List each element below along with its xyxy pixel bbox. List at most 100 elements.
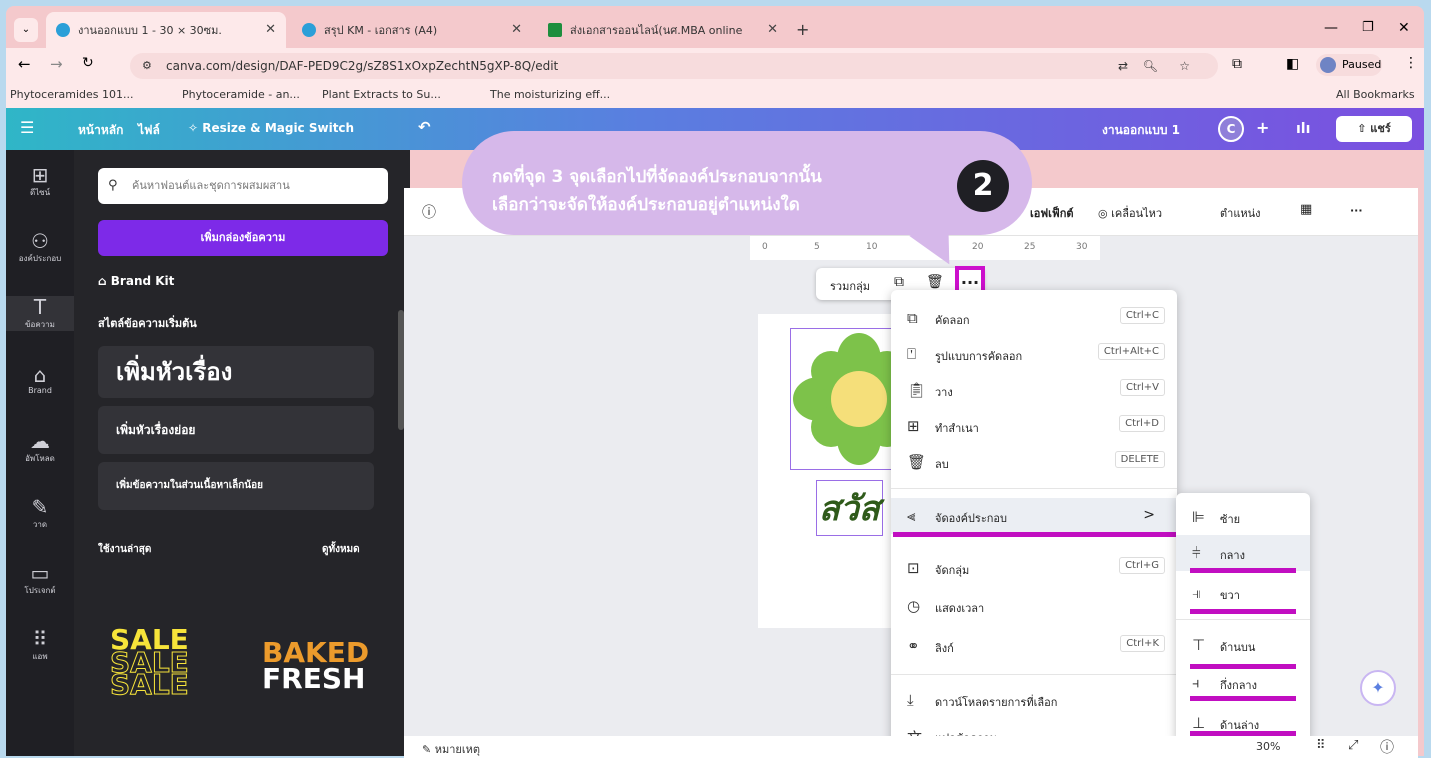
menu-item-timing[interactable]: ◷ แสดงเวลา (891, 588, 1177, 624)
kebab-menu-icon[interactable]: ⋮ (1404, 55, 1418, 71)
new-tab-button[interactable]: + (796, 20, 809, 39)
forward-icon[interactable]: → (50, 55, 63, 73)
search-placeholder: ค้นหาฟอนต์และชุดการผสมผสาน (132, 179, 290, 192)
rail-item-text[interactable]: T ข้อความ (6, 296, 74, 331)
notes-button[interactable]: ✎ หมายเหตุ (422, 740, 480, 758)
duplicate-icon: ⊞ (907, 417, 920, 435)
template-thumb-sale[interactable]: SALE SALE SALE (110, 626, 226, 700)
resize-button[interactable]: ✧ Resize & Magic Switch (188, 121, 354, 135)
translate-page-icon[interactable]: ⇄ (1118, 53, 1128, 79)
file-menu[interactable]: ไฟล์ (138, 121, 160, 140)
menu-item-paste[interactable]: 📋︎ วาง Ctrl+V (891, 372, 1177, 408)
font-search-input[interactable]: ⚲ ค้นหาฟอนต์และชุดการผสมผสาน (98, 168, 388, 204)
clipboard-icon: 📋︎ (907, 381, 927, 399)
menu-item-duplicate[interactable]: ⊞ ทำสำเนา Ctrl+D (891, 408, 1177, 444)
add-icon[interactable]: + (1256, 118, 1269, 137)
undo-icon[interactable]: ↶ (418, 118, 431, 136)
grid-view-icon[interactable]: ⠿ (1316, 738, 1326, 753)
bookmark-item[interactable]: Phytoceramides 101... (10, 88, 133, 101)
canvas-text[interactable]: สวัส (816, 480, 883, 536)
rail-item-projects[interactable]: ▭ โปรเจกต์ (6, 562, 74, 597)
close-icon[interactable]: ✕ (511, 22, 522, 37)
align-right-item[interactable]: ⫣ ขวา (1176, 575, 1310, 611)
avatar[interactable]: C (1218, 116, 1244, 142)
restore-icon[interactable]: ❐ (1362, 20, 1374, 35)
close-icon[interactable]: ✕ (265, 22, 276, 37)
add-subheading-button[interactable]: เพิ่มหัวเรื่องย่อย (98, 406, 374, 454)
close-icon[interactable]: ✕ (767, 22, 778, 37)
menu-icon[interactable]: ☰ (20, 118, 34, 137)
rail-item-design[interactable]: ⊞ ดีไซน์ (6, 164, 74, 199)
menu-item-align[interactable]: ⫷ จัดองค์ประกอบ > (891, 498, 1177, 534)
add-textbox-button[interactable]: เพิ่มกล่องข้อความ (98, 220, 388, 256)
animate-button[interactable]: ◎ เคลื่อนไหว (1098, 204, 1162, 222)
chevron-right-icon: > (1143, 507, 1155, 523)
all-bookmarks[interactable]: All Bookmarks (1336, 88, 1415, 101)
rail-label: องค์ประกอบ (18, 254, 62, 263)
align-top-item[interactable]: ⊤ ด้านบน (1176, 627, 1310, 663)
bookmark-item[interactable]: The moisturizing eff... (490, 88, 610, 101)
site-info-icon[interactable]: ⚙ (142, 53, 152, 79)
back-icon[interactable]: ← (18, 55, 31, 73)
magic-assistant-button[interactable]: ✦ (1360, 670, 1396, 706)
menu-shortcut: Ctrl+Alt+C (1097, 343, 1165, 360)
extensions-icon[interactable]: ⧉ (1232, 56, 1242, 72)
effects-button[interactable]: เอฟเฟ็กต์ (1030, 204, 1074, 222)
share-button[interactable]: ⇧ แชร์ (1336, 116, 1412, 142)
sidepanel-icon[interactable]: ◧ (1286, 56, 1299, 72)
menu-item-download[interactable]: ⤓ ดาวน์โหลดรายการที่เลือก (891, 682, 1177, 718)
add-body-button[interactable]: เพิ่มข้อความในส่วนเนื้อหาเล็กน้อย (98, 462, 374, 510)
bookmark-item[interactable]: Phytoceramide - an... (182, 88, 300, 101)
group-button[interactable]: รวมกลุ่ม (830, 277, 870, 295)
close-window-icon[interactable]: ✕ (1398, 20, 1410, 36)
reload-icon[interactable]: ↻ (82, 55, 94, 71)
rail-item-brand[interactable]: ⌂ Brand (6, 364, 74, 395)
help-icon[interactable]: ⓘ (1380, 737, 1394, 757)
duplicate-icon[interactable]: ⧉ (894, 274, 904, 290)
bookmark-item[interactable]: Plant Extracts to Su... (322, 88, 441, 101)
rail-item-draw[interactable]: ✎ วาด (6, 496, 74, 531)
rail-item-apps[interactable]: ⠿ แอพ (6, 628, 74, 663)
profile-button[interactable]: Paused (1316, 54, 1382, 76)
url-field[interactable]: ⚙ canva.com/design/DAF-PED9C2g/sZ8S1xOxp… (130, 53, 1218, 79)
tab-design[interactable]: งานออกแบบ 1 - 30 × 30ซม. ✕ (46, 12, 286, 48)
info-icon[interactable]: ⓘ (422, 202, 436, 222)
home-link[interactable]: หน้าหลัก (78, 121, 123, 140)
zoom-level[interactable]: 30% (1256, 740, 1280, 753)
brand-kit-link[interactable]: ⌂ Brand Kit (98, 274, 174, 288)
doc-name[interactable]: งานออกแบบ 1 (1102, 121, 1180, 140)
divider (891, 674, 1177, 675)
menu-item-copy-style[interactable]: ⍞ รูปแบบการคัดลอก Ctrl+Alt+C (891, 336, 1177, 372)
menu-item-copy[interactable]: ⧉ คัดลอก Ctrl+C (891, 300, 1177, 336)
tab-km[interactable]: สรุป KM - เอกสาร (A4) ✕ (292, 12, 532, 48)
tab-list-button[interactable]: ⌄ (14, 18, 38, 42)
template-thumb-baked[interactable]: BAKED FRESH (262, 639, 382, 700)
align-left-item[interactable]: ⊫ ซ้าย (1176, 499, 1310, 535)
more-options-button[interactable]: ··· (1350, 204, 1363, 217)
position-button[interactable]: ตำแหน่ง (1220, 204, 1261, 222)
align-right-icon: ⫣ (1192, 584, 1202, 602)
zoom-icon[interactable]: 🔍︎ (1143, 53, 1158, 79)
see-all-link[interactable]: ดูทั้งหมด (322, 542, 360, 557)
menu-shortcut: Ctrl+C (1119, 307, 1165, 324)
star-icon[interactable]: ☆ (1179, 53, 1190, 79)
highlight-underline (1190, 696, 1296, 701)
menu-item-group[interactable]: ⊡ จัดกลุ่ม Ctrl+G (891, 550, 1177, 586)
trash-icon[interactable]: 🗑︎ (926, 274, 944, 290)
tab-mba[interactable]: ส่งเอกสารออนไลน์(นศ.MBA online ✕ (538, 12, 788, 48)
add-heading-button[interactable]: เพิ่มหัวเรื่อง (98, 346, 374, 398)
align-center-item[interactable]: ⫩ กลาง (1176, 535, 1310, 571)
menu-item-delete[interactable]: 🗑︎ ลบ DELETE (891, 444, 1177, 480)
transparency-icon[interactable]: ▦ (1300, 202, 1312, 217)
fullscreen-icon[interactable]: ⤢ (1348, 738, 1358, 753)
rail-item-elements[interactable]: ⚇ องค์ประกอบ (6, 230, 74, 265)
insights-icon[interactable]: ılı (1296, 121, 1310, 137)
rail-label: แอพ (32, 652, 48, 661)
menu-label: วาง (935, 386, 953, 399)
menu-label: คัดลอก (935, 314, 970, 327)
link-icon: ⚭ (907, 637, 920, 655)
minimize-icon[interactable]: — (1324, 20, 1338, 36)
menu-item-link[interactable]: ⚭ ลิงก์ Ctrl+K (891, 628, 1177, 664)
rail-item-uploads[interactable]: ☁ อัพโหลด (6, 430, 74, 465)
canva-icon (56, 23, 70, 37)
